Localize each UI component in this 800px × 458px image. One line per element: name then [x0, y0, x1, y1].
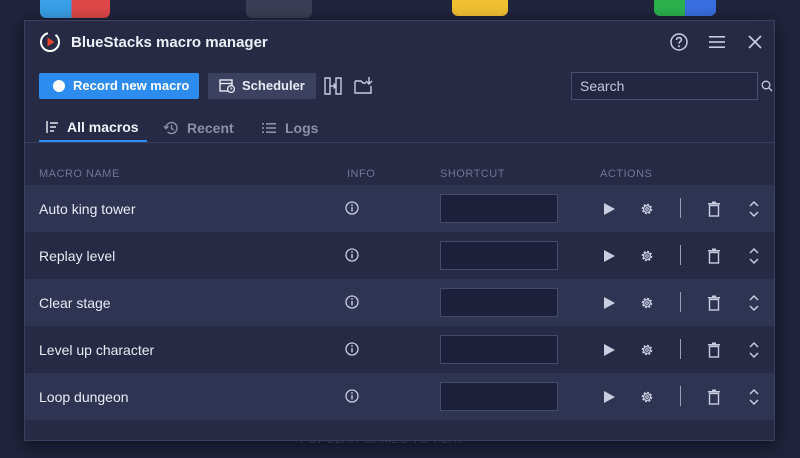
background-app-icon	[40, 0, 110, 18]
background-app-icon	[654, 0, 716, 16]
tab-label: All macros	[67, 118, 139, 135]
settings-gear-icon[interactable]	[637, 199, 657, 219]
macro-manager-window: BlueStacks macro manager Record new macr…	[24, 20, 775, 441]
play-icon[interactable]	[599, 293, 619, 313]
record-dot-icon	[53, 79, 65, 92]
macro-name: Replay level	[39, 248, 116, 264]
settings-gear-icon[interactable]	[637, 340, 657, 360]
info-icon[interactable]	[345, 248, 359, 267]
settings-gear-icon[interactable]	[637, 387, 657, 407]
tab-divider	[25, 142, 774, 143]
record-new-macro-button[interactable]: Record new macro	[39, 72, 199, 99]
tab-logs[interactable]: Logs	[255, 113, 327, 142]
record-button-label: Record new macro	[73, 78, 190, 93]
play-icon[interactable]	[599, 340, 619, 360]
search-icon[interactable]	[761, 80, 773, 92]
scheduler-button-label: Scheduler	[242, 78, 305, 93]
column-header-info: INFO	[347, 168, 376, 180]
column-header-shortcut: SHORTCUT	[440, 168, 505, 180]
settings-gear-icon[interactable]	[637, 246, 657, 266]
tab-recent[interactable]: Recent	[157, 113, 245, 142]
delete-trash-icon[interactable]	[704, 387, 724, 407]
macro-name: Auto king tower	[39, 201, 136, 217]
play-icon[interactable]	[599, 246, 619, 266]
table-row: Replay level	[25, 232, 774, 279]
table-row: Auto king tower	[25, 185, 774, 232]
info-icon[interactable]	[345, 389, 359, 408]
reorder-chevrons-icon[interactable]	[744, 340, 764, 360]
list-icon	[261, 121, 277, 135]
shortcut-field[interactable]	[440, 382, 558, 411]
search-box[interactable]	[571, 71, 773, 100]
search-input[interactable]	[580, 77, 761, 94]
shortcut-field[interactable]	[440, 241, 558, 270]
play-icon[interactable]	[599, 387, 619, 407]
reorder-chevrons-icon[interactable]	[744, 387, 764, 407]
tab-all-macros[interactable]: All macros	[39, 113, 147, 142]
info-icon[interactable]	[345, 201, 359, 220]
macro-name: Level up character	[39, 342, 155, 358]
table-row: Loop dungeon	[25, 373, 774, 420]
history-icon	[163, 120, 179, 136]
macro-list: Auto king tower Replay level Clear stage	[25, 185, 774, 420]
actions-divider	[680, 292, 681, 312]
import-macro-icon[interactable]	[350, 73, 376, 99]
toolbar: Record new macro Scheduler	[39, 71, 773, 100]
shortcut-field[interactable]	[440, 194, 558, 223]
reorder-chevrons-icon[interactable]	[744, 199, 764, 219]
window-title: BlueStacks macro manager	[71, 33, 268, 51]
macro-app-icon	[39, 31, 61, 53]
scheduler-button[interactable]: Scheduler	[208, 72, 316, 99]
shortcut-field[interactable]	[440, 288, 558, 317]
settings-gear-icon[interactable]	[637, 293, 657, 313]
shortcut-field[interactable]	[440, 335, 558, 364]
reorder-chevrons-icon[interactable]	[744, 293, 764, 313]
close-icon[interactable]	[736, 26, 774, 58]
sort-icon	[45, 120, 59, 134]
tab-bar: All macros Recent Logs	[39, 113, 337, 143]
tab-label: Logs	[285, 119, 319, 136]
calendar-clock-icon	[219, 78, 235, 93]
actions-divider	[680, 339, 681, 359]
help-icon[interactable]	[660, 26, 698, 58]
delete-trash-icon[interactable]	[704, 340, 724, 360]
table-row: Clear stage	[25, 279, 774, 326]
column-header-macro-name: MACRO NAME	[39, 168, 120, 180]
title-bar: BlueStacks macro manager	[25, 21, 774, 63]
info-icon[interactable]	[345, 295, 359, 314]
delete-trash-icon[interactable]	[704, 246, 724, 266]
merge-macros-icon[interactable]	[320, 73, 346, 99]
play-icon[interactable]	[599, 199, 619, 219]
table-row: Level up character	[25, 326, 774, 373]
actions-divider	[680, 245, 681, 265]
menu-icon[interactable]	[698, 26, 736, 58]
info-icon[interactable]	[345, 342, 359, 361]
actions-divider	[680, 198, 681, 218]
delete-trash-icon[interactable]	[704, 199, 724, 219]
tab-label: Recent	[187, 119, 234, 136]
background-gift-icon	[452, 0, 508, 16]
macro-name: Clear stage	[39, 295, 111, 311]
macro-name: Loop dungeon	[39, 389, 129, 405]
background-app-icon	[246, 0, 312, 18]
reorder-chevrons-icon[interactable]	[744, 246, 764, 266]
delete-trash-icon[interactable]	[704, 293, 724, 313]
column-header-actions: ACTIONS	[600, 168, 653, 180]
actions-divider	[680, 386, 681, 406]
